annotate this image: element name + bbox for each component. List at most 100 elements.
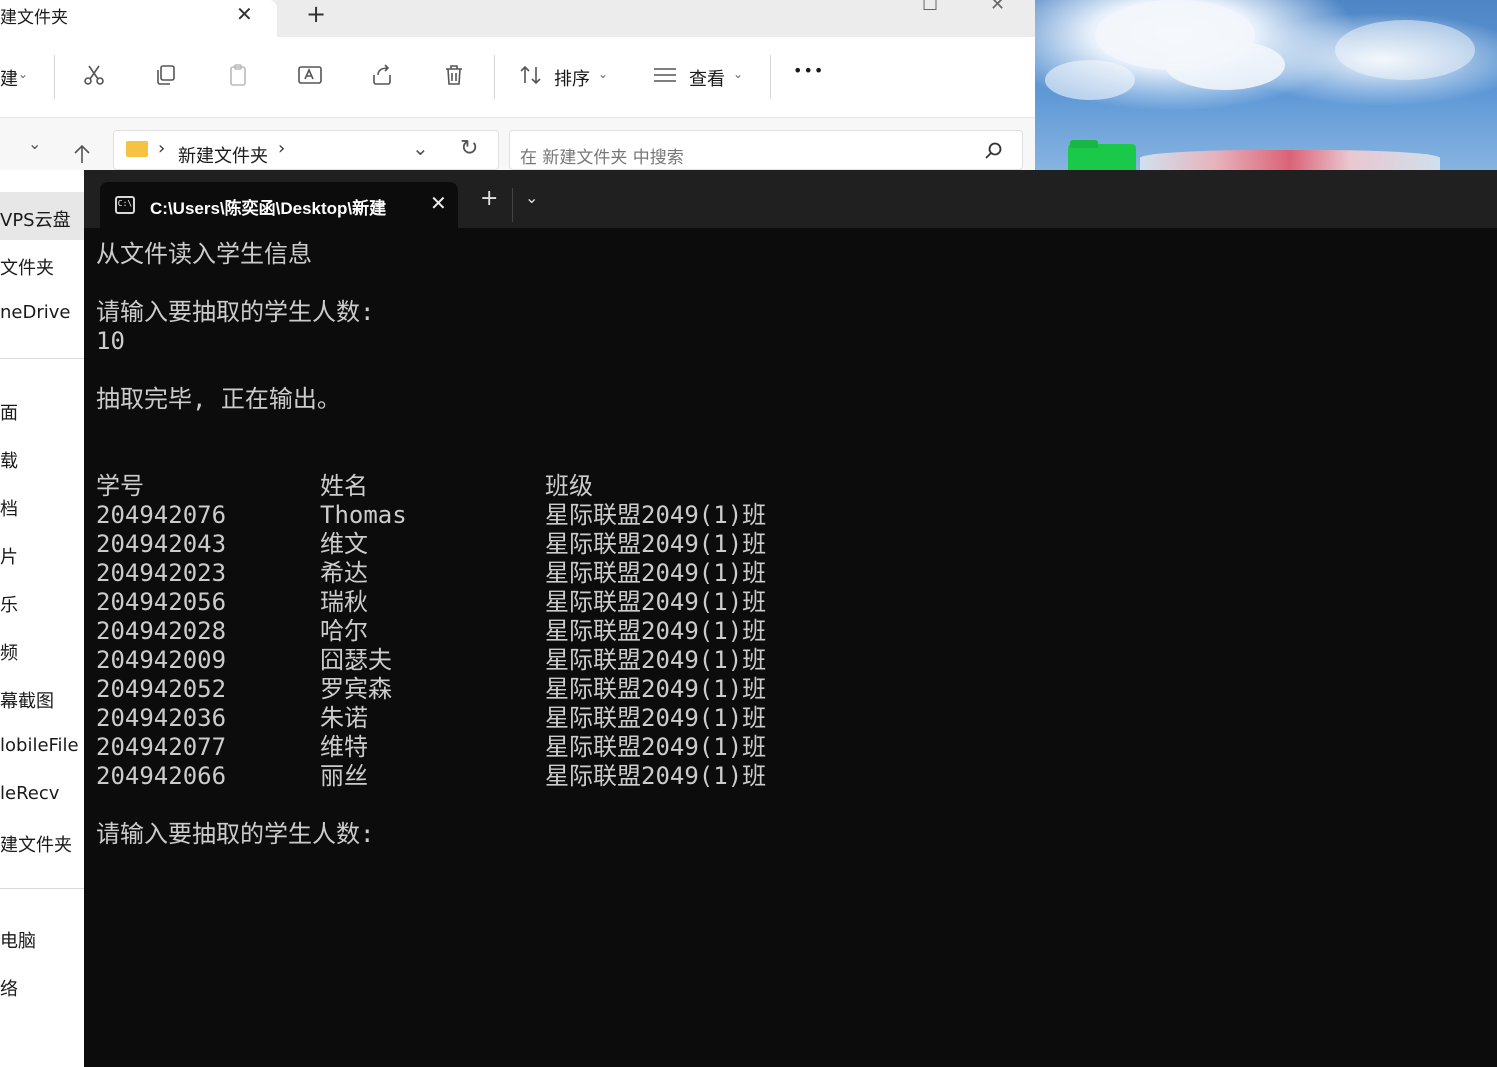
sort-icon[interactable]	[517, 61, 545, 89]
cell-class: 星际联盟2049(1)班	[545, 704, 767, 732]
cut-icon[interactable]	[80, 61, 108, 89]
explorer-tab-title: 建文件夹	[0, 8, 68, 27]
rename-icon[interactable]	[296, 61, 324, 89]
header-student-id: 学号	[96, 472, 144, 500]
new-tab-button[interactable]: +	[480, 186, 498, 211]
recent-locations-chevron-icon[interactable]: ⌄	[28, 134, 41, 153]
more-options-button[interactable]: •••	[793, 61, 824, 80]
terminal-output[interactable]: 从文件读入学生信息 请输入要抽取的学生人数: 10 抽取完毕, 正在输出。 学号…	[96, 240, 766, 849]
sidebar-item-documents[interactable]: 档	[0, 495, 18, 521]
close-icon[interactable]: ✕	[236, 2, 253, 26]
new-tab-button[interactable]: +	[306, 0, 326, 28]
cell-student-id: 204942077	[96, 733, 227, 761]
sidebar-item-videos[interactable]: 频	[0, 639, 18, 665]
sidebar-item-network[interactable]: 络	[0, 975, 18, 1001]
sidebar-item-this-pc[interactable]: 电脑	[0, 927, 36, 953]
cell-class: 星际联盟2049(1)班	[545, 733, 767, 761]
desktop-folder-icon[interactable]	[1068, 140, 1136, 170]
close-window-icon[interactable]: ✕	[990, 0, 1005, 15]
cell-class: 星际联盟2049(1)班	[545, 530, 767, 558]
cell-name: 丽丝	[320, 762, 368, 790]
table-row: 204942028 哈尔 星际联盟2049(1)班	[96, 617, 766, 646]
header-name: 姓名	[320, 472, 368, 500]
cell-student-id: 204942028	[96, 617, 227, 645]
sidebar-item-music[interactable]: 乐	[0, 591, 18, 617]
delete-icon[interactable]	[440, 61, 468, 89]
wallpaper-graphic	[1140, 150, 1440, 170]
search-icon[interactable]	[984, 141, 1004, 165]
table-header: 学号 姓名 班级	[96, 472, 766, 501]
header-class: 班级	[545, 472, 593, 500]
address-bar[interactable]: › 新建文件夹 › ⌄ ↻	[113, 130, 499, 170]
sidebar-item-folder[interactable]: 文件夹	[0, 254, 54, 280]
breadcrumb-folder[interactable]: 新建文件夹	[178, 142, 268, 168]
console-icon: C:\	[115, 196, 135, 214]
chevron-down-icon[interactable]: ⌄	[733, 67, 743, 81]
explorer-tab[interactable]: 建文件夹 ✕	[0, 0, 277, 37]
explorer-titlebar: 建文件夹 ✕ + ☐ ✕	[0, 0, 1035, 37]
cell-name: 瑞秋	[320, 588, 368, 616]
breadcrumb-separator[interactable]: ›	[158, 138, 165, 159]
share-icon[interactable]	[368, 61, 396, 89]
toolbar-divider	[494, 55, 495, 99]
chevron-down-icon[interactable]: ⌄	[598, 67, 608, 81]
sidebar-item-mobilefile[interactable]: lobileFile	[0, 735, 79, 756]
sidebar-item-onedrive[interactable]: neDrive	[0, 302, 70, 323]
cell-student-id: 204942043	[96, 530, 227, 558]
sidebar-item-downloads[interactable]: 载	[0, 447, 18, 473]
cell-class: 星际联盟2049(1)班	[545, 646, 767, 674]
maximize-icon[interactable]: ☐	[922, 0, 938, 15]
refresh-icon[interactable]: ↻	[460, 136, 478, 161]
chevron-down-icon[interactable]: ⌄	[18, 67, 28, 81]
cell-student-id: 204942036	[96, 704, 227, 732]
toolbar-divider	[54, 55, 55, 99]
cell-class: 星际联盟2049(1)班	[545, 588, 767, 616]
sidebar-item-wps-cloud[interactable]: VPS云盘	[0, 206, 71, 232]
view-button[interactable]: 查看	[689, 65, 725, 91]
output-prompt: 请输入要抽取的学生人数:	[96, 820, 375, 848]
table-row: 204942009 囧瑟夫 星际联盟2049(1)班	[96, 646, 766, 675]
terminal-window: C:\ C:\Users\陈奕函\Desktop\新建 ✕ + ⌄ 从文件读入学…	[84, 170, 1497, 1067]
tab-divider	[512, 188, 513, 222]
terminal-tab[interactable]: C:\ C:\Users\陈奕函\Desktop\新建 ✕	[100, 182, 458, 228]
folder-icon	[126, 141, 148, 157]
search-placeholder: 在 新建文件夹 中搜索	[520, 148, 684, 168]
explorer-address-row: ⌄ › 新建文件夹 › ⌄ ↻ 在 新建文件夹 中搜索	[0, 118, 1035, 170]
cell-name: 罗宾森	[320, 675, 392, 703]
view-icon[interactable]	[651, 61, 679, 89]
toolbar-divider	[770, 55, 771, 99]
cell-student-id: 204942056	[96, 588, 227, 616]
breadcrumb-separator[interactable]: ›	[278, 138, 285, 159]
sidebar-item-desktop[interactable]: 面	[0, 399, 18, 425]
new-button-label[interactable]: 建	[0, 65, 18, 91]
search-input[interactable]: 在 新建文件夹 中搜索	[509, 130, 1023, 170]
chevron-down-icon[interactable]: ⌄	[525, 188, 538, 207]
sidebar-divider	[0, 358, 84, 359]
sidebar-item-screenshots[interactable]: 幕截图	[0, 687, 54, 713]
sort-button[interactable]: 排序	[554, 65, 590, 91]
cell-student-id: 204942052	[96, 675, 227, 703]
sidebar-item-pictures[interactable]: 片	[0, 543, 18, 569]
paste-icon[interactable]	[224, 61, 252, 89]
cell-class: 星际联盟2049(1)班	[545, 501, 767, 529]
user-input: 10	[96, 327, 125, 355]
cell-name: Thomas	[320, 501, 407, 529]
sidebar-item-filerecv[interactable]: leRecv	[0, 783, 59, 804]
cell-student-id: 204942066	[96, 762, 227, 790]
explorer-sidebar: VPS云盘 文件夹 neDrive 面 载 档 片 乐 频 幕截图 lobile…	[0, 170, 84, 1067]
cell-name: 囧瑟夫	[320, 646, 392, 674]
sidebar-item-new-folder[interactable]: 建文件夹	[0, 831, 72, 857]
close-icon[interactable]: ✕	[430, 191, 447, 215]
cell-name: 朱诺	[320, 704, 368, 732]
cell-student-id: 204942076	[96, 501, 227, 529]
copy-icon[interactable]	[152, 61, 180, 89]
cell-class: 星际联盟2049(1)班	[545, 762, 767, 790]
up-arrow-icon[interactable]	[70, 142, 94, 170]
address-dropdown-chevron-icon[interactable]: ⌄	[412, 136, 429, 160]
cell-name: 维文	[320, 530, 368, 558]
explorer-toolbar: 建 ⌄ 排序 ⌄ 查看 ⌄ •••	[0, 37, 1035, 118]
